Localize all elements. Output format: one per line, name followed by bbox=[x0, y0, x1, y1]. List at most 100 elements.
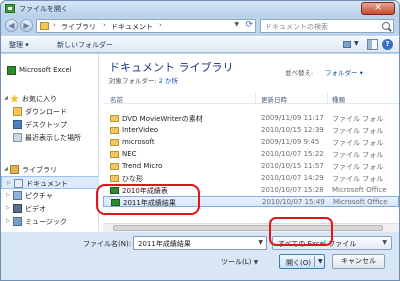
close-button[interactable]: ✕ bbox=[361, 2, 395, 15]
column-header-name[interactable]: 名前 bbox=[110, 94, 123, 104]
chevron-down-icon[interactable]: ▼ bbox=[318, 258, 323, 265]
file-type: ファイル フォル bbox=[332, 151, 384, 159]
nav-item-label: ドキュメント bbox=[26, 180, 68, 188]
library-folder-icon bbox=[40, 22, 49, 30]
help-icon[interactable]: ? bbox=[382, 39, 393, 50]
file-type: Microsoft Office bbox=[333, 198, 388, 206]
excel-icon bbox=[7, 66, 16, 75]
search-placeholder: ドキュメントの検索 bbox=[265, 23, 328, 31]
back-arrow-icon[interactable]: ◀ bbox=[5, 19, 18, 32]
folder-icon bbox=[110, 115, 119, 122]
file-date: 2010/10/07 14:29 bbox=[261, 174, 324, 182]
scrollbar-thumb[interactable] bbox=[113, 225, 383, 231]
filename-field[interactable]: 2011年成績結果 ▼ bbox=[133, 236, 267, 250]
library-subtitle-prefix: 対象フォルダー: bbox=[109, 77, 159, 85]
expand-triangle-icon[interactable]: ▷ bbox=[7, 180, 11, 186]
nav-item-microsoft-excel[interactable]: Microsoft Excel bbox=[1, 64, 98, 77]
tools-button[interactable]: ツール(L) ▼ bbox=[221, 257, 258, 267]
nav-item-label: ミュージック bbox=[25, 218, 67, 226]
file-date: 2010/10/07 15:49 bbox=[262, 198, 325, 206]
organize-button[interactable]: 整理 ▾ bbox=[9, 40, 29, 50]
open-button-highlight-annotation bbox=[269, 217, 333, 246]
cancel-button[interactable]: キャンセル bbox=[332, 254, 385, 269]
column-header-type[interactable]: 種類 bbox=[332, 94, 345, 104]
title-bar[interactable]: ファイルを開く ✕ bbox=[1, 1, 399, 17]
file-type: ファイル フォル bbox=[332, 115, 384, 123]
file-row[interactable]: microsoft 2009/11/09 9:45 ファイル フォル bbox=[103, 137, 399, 148]
folder-icon bbox=[110, 163, 119, 170]
expand-triangle-icon[interactable]: ▷ bbox=[6, 205, 10, 211]
preview-pane-icon[interactable] bbox=[367, 39, 378, 50]
folder-icon bbox=[110, 127, 119, 134]
nav-item-music[interactable]: ▷ ミュージック bbox=[1, 215, 98, 228]
search-input[interactable]: ドキュメントの検索 bbox=[260, 19, 394, 33]
file-row[interactable]: Trend Micro 2010/10/15 11:57 ファイル フォル bbox=[103, 161, 399, 172]
folder-icon bbox=[110, 151, 119, 158]
tools-label: ツール(L) bbox=[221, 258, 252, 266]
column-divider[interactable] bbox=[255, 92, 256, 104]
nav-item-label: 最近表示した場所 bbox=[25, 134, 81, 142]
nav-item-label: お気に入り bbox=[22, 95, 57, 103]
file-name: NEC bbox=[122, 150, 137, 158]
open-label: 開く(O) bbox=[286, 259, 311, 267]
file-row[interactable]: InterVideo 2010/10/15 12:39 ファイル フォル bbox=[103, 125, 399, 136]
file-type: ファイル フォル bbox=[332, 175, 384, 183]
nav-item-recent-places[interactable]: 最近表示した場所 bbox=[1, 131, 98, 144]
file-date: 2010/10/15 12:39 bbox=[261, 126, 324, 134]
file-name: InterVideo bbox=[122, 126, 159, 134]
nav-item-desktop[interactable]: デスクトップ bbox=[1, 118, 98, 131]
file-row[interactable]: DVD MovieWriterの素材 2009/11/09 11:17 ファイル… bbox=[103, 113, 399, 124]
change-view-button[interactable]: ▼ bbox=[341, 39, 363, 51]
address-bar[interactable]: › ライブラリ › ドキュメント › ▼ ⟳ bbox=[36, 19, 256, 33]
forward-arrow-icon[interactable]: ▶ bbox=[20, 19, 33, 32]
view-icon bbox=[343, 41, 351, 48]
chevron-down-icon[interactable]: ▼ bbox=[258, 239, 263, 246]
breadcrumb-separator-icon[interactable]: › bbox=[53, 21, 56, 29]
column-divider[interactable] bbox=[327, 92, 328, 104]
folder-icon bbox=[110, 175, 119, 182]
library-locations-link[interactable]: 2 か所 bbox=[159, 77, 178, 85]
column-headers: 名前 更新日時 種類 bbox=[103, 92, 399, 104]
column-header-date[interactable]: 更新日時 bbox=[261, 94, 287, 104]
breadcrumb-libraries[interactable]: ライブラリ bbox=[61, 22, 96, 32]
file-type: ファイル フォル bbox=[332, 139, 384, 147]
file-date: 2009/11/09 9:45 bbox=[261, 138, 320, 146]
chevron-down-icon: ▼ bbox=[382, 239, 387, 246]
nav-item-pictures[interactable]: ▷ ピクチャ bbox=[1, 189, 98, 202]
nav-item-documents[interactable]: ▷ ドキュメント bbox=[1, 176, 98, 189]
file-date: 2010/10/07 15:28 bbox=[261, 186, 324, 194]
library-subtitle: 対象フォルダー: 2 か所 bbox=[109, 75, 178, 85]
expand-triangle-icon[interactable]: ◢ bbox=[4, 166, 8, 172]
file-name: ひな形 bbox=[122, 175, 143, 183]
nav-item-favorites[interactable]: ◢ お気に入り bbox=[1, 92, 98, 105]
refresh-icon[interactable]: ⟳ bbox=[245, 20, 253, 30]
breadcrumb-separator-icon[interactable]: › bbox=[103, 21, 106, 29]
nav-item-libraries[interactable]: ◢ ライブラリ bbox=[1, 163, 98, 176]
nav-item-videos[interactable]: ▷ ビデオ bbox=[1, 202, 98, 215]
arrange-by-dropdown[interactable]: フォルダー ▾ bbox=[325, 67, 363, 77]
library-icon bbox=[10, 165, 19, 174]
new-folder-button[interactable]: 新しいフォルダー bbox=[57, 40, 113, 50]
star-icon bbox=[10, 94, 19, 103]
file-highlight-annotation bbox=[96, 184, 200, 215]
chevron-down-icon: ▼ bbox=[354, 40, 359, 47]
file-row[interactable]: NEC 2010/10/07 15:22 ファイル フォル bbox=[103, 149, 399, 160]
breadcrumb-documents[interactable]: ドキュメント bbox=[111, 22, 153, 32]
expand-triangle-icon[interactable]: ◢ bbox=[4, 95, 8, 101]
expand-triangle-icon[interactable]: ▷ bbox=[6, 192, 10, 198]
navigation-pane[interactable]: Microsoft Excel ◢ お気に入り ダウンロード デスクトップ 最近… bbox=[1, 54, 99, 232]
dialog-footer: ファイル名(N): 2011年成績結果 ▼ すべての Excel ファイル ▼ … bbox=[1, 232, 399, 280]
address-row: ◀ ▶ › ライブラリ › ドキュメント › ▼ ⟳ ドキュメントの検索 bbox=[1, 17, 399, 35]
recent-places-icon bbox=[13, 133, 22, 142]
file-name: Trend Micro bbox=[122, 162, 163, 170]
open-button[interactable]: 開く(O) ▼ bbox=[279, 254, 325, 269]
expand-triangle-icon[interactable]: ▷ bbox=[6, 218, 10, 224]
search-icon[interactable] bbox=[382, 22, 390, 30]
address-dropdown-icon[interactable]: ▼ bbox=[234, 21, 239, 28]
nav-item-label: ビデオ bbox=[25, 205, 46, 213]
horizontal-scrollbar[interactable] bbox=[103, 223, 399, 232]
nav-item-downloads[interactable]: ダウンロード bbox=[1, 105, 98, 118]
filename-label: ファイル名(N): bbox=[83, 240, 132, 248]
breadcrumb-separator-icon[interactable]: › bbox=[159, 21, 162, 29]
file-row[interactable]: ひな形 2010/10/07 14:29 ファイル フォル bbox=[103, 173, 399, 184]
